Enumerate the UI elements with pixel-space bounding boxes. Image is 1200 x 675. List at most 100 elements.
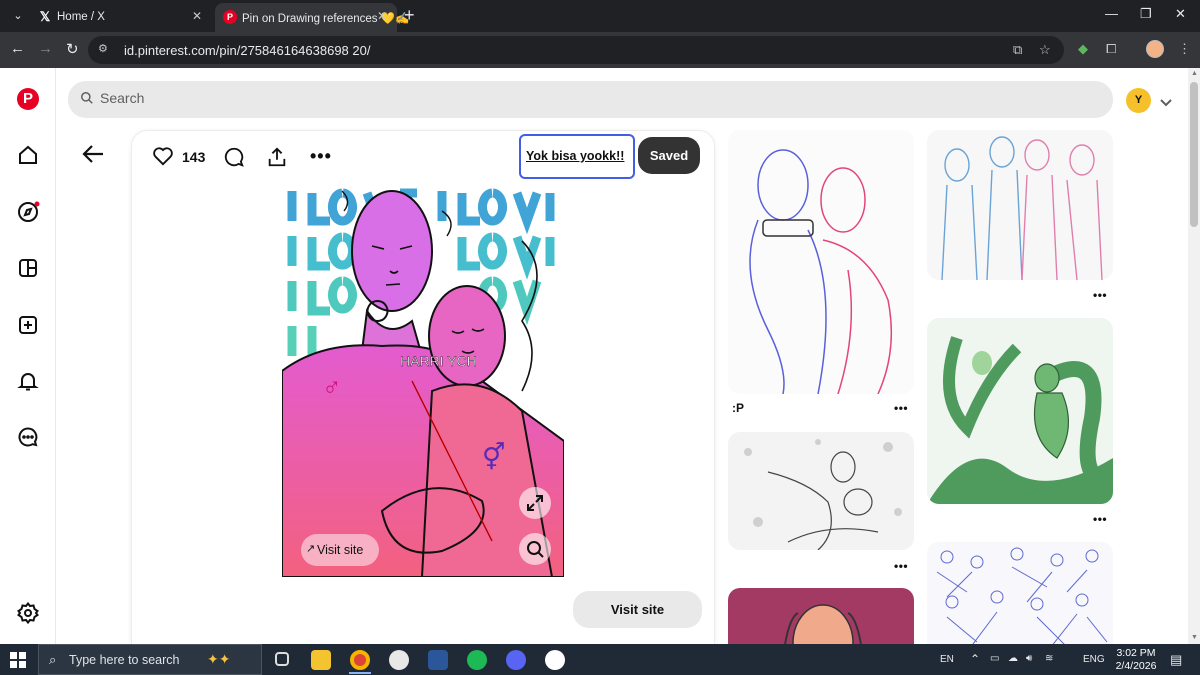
page-scrollbar[interactable]: ▲ ▼ — [1188, 68, 1200, 644]
taskbar-search-box[interactable]: ⌕ Type here to search ✦✦ — [38, 644, 262, 675]
more-options-icon[interactable]: ••• — [1093, 288, 1107, 302]
app-icon[interactable] — [382, 647, 416, 672]
pinterest-icon: P — [223, 10, 237, 24]
more-options-icon[interactable]: ••• — [1093, 512, 1107, 526]
reload-icon[interactable]: ↻ — [66, 40, 79, 58]
x-logo-icon: 𝕏 — [39, 9, 51, 24]
address-bar[interactable]: ⚙ id.pinterest.com/pin/275846164638698 2… — [88, 36, 1064, 64]
related-pin[interactable] — [927, 130, 1113, 280]
settings-gear-icon[interactable] — [16, 601, 40, 625]
url-text[interactable]: id.pinterest.com/pin/275846164638698 20/ — [124, 43, 370, 58]
related-pin[interactable] — [728, 432, 914, 550]
word-icon[interactable] — [421, 647, 455, 672]
windows-taskbar: ⌕ Type here to search ✦✦ EN ⌃ ▭ ☁ 🔊︎ ≋ E… — [0, 644, 1200, 675]
explore-compass-icon[interactable] — [16, 200, 40, 224]
related-pin[interactable] — [927, 318, 1113, 504]
related-pin[interactable] — [728, 130, 914, 394]
battery-icon[interactable]: ▭ — [990, 653, 999, 664]
extension-icon[interactable]: ◆ — [1078, 41, 1088, 57]
pin-closeup-card: 143 ••• Yok bisa yookk!! Saved ♂ ⚥ HARRI… — [131, 130, 715, 644]
saved-button[interactable]: Saved — [638, 137, 700, 174]
comment-icon[interactable] — [223, 146, 245, 173]
language-indicator[interactable]: EN — [940, 654, 954, 665]
network-icon[interactable]: ☁ — [1008, 653, 1018, 664]
task-view-icon[interactable] — [265, 647, 299, 672]
browser-toolbar: ← → ↻ ⚙ id.pinterest.com/pin/27584616463… — [0, 32, 1200, 68]
tab-pinterest[interactable]: P Pin on Drawing references 💛✍️ ✕ — [215, 3, 409, 32]
related-pin-caption: :P — [732, 401, 744, 415]
new-tab-plus-icon[interactable]: + — [404, 5, 415, 26]
chrome-icon[interactable] — [343, 647, 377, 674]
more-options-icon[interactable]: ••• — [310, 146, 332, 167]
input-language[interactable]: ENG — [1083, 654, 1105, 665]
site-info-icon[interactable]: ⚙ — [98, 42, 114, 58]
taskbar-search-placeholder: Type here to search — [69, 653, 180, 667]
svg-text:♂: ♂ — [322, 372, 342, 402]
wifi-icon[interactable]: ≋ — [1045, 653, 1053, 664]
forward-arrow-icon[interactable]: → — [38, 40, 53, 57]
kebab-menu-icon[interactable]: ⋮ — [1178, 41, 1191, 57]
windows-start-icon[interactable] — [10, 652, 26, 673]
scroll-thumb[interactable] — [1190, 82, 1198, 227]
extensions-puzzle-icon[interactable]: ⧠ — [1106, 41, 1116, 57]
volume-icon[interactable]: 🔊︎ — [1026, 653, 1032, 664]
account-chevron-down-icon[interactable] — [1160, 94, 1172, 112]
tray-chevron-up-icon[interactable]: ⌃ — [970, 652, 980, 666]
tab-title: Home / X — [57, 11, 105, 23]
tab-strip: ⌄ 𝕏 Home / X ✕ P Pin on Drawing referenc… — [0, 0, 1200, 32]
back-arrow-icon[interactable] — [82, 144, 104, 169]
more-options-icon[interactable]: ••• — [894, 401, 908, 415]
messages-icon[interactable] — [16, 425, 40, 449]
related-pin[interactable] — [927, 542, 1113, 644]
notification-icon[interactable]: ▤ — [1170, 652, 1182, 668]
board-selector[interactable]: Yok bisa yookk!! — [519, 134, 635, 179]
visual-search-icon[interactable] — [519, 533, 551, 565]
svg-text:⚥: ⚥ — [482, 442, 505, 472]
close-icon[interactable]: ✕ — [377, 9, 387, 23]
clock-time: 3:02 PM — [1116, 647, 1156, 659]
search-icon: ⌕ — [49, 652, 57, 667]
spotify-icon[interactable] — [460, 647, 494, 672]
tab-home-x[interactable]: 𝕏 Home / X ✕ — [30, 3, 212, 32]
restore-icon[interactable]: ❐ — [1140, 6, 1152, 22]
install-app-icon[interactable]: ⧉ — [1013, 42, 1022, 58]
boards-icon[interactable] — [16, 256, 40, 280]
window-close-icon[interactable]: ✕ — [1175, 6, 1186, 22]
close-icon[interactable]: ✕ — [192, 9, 202, 23]
pin-image[interactable]: ♂ ⚥ HARRI YCH ↗ Visit site — [282, 181, 564, 577]
profile-avatar[interactable] — [1146, 40, 1164, 58]
discord-icon[interactable] — [499, 647, 533, 672]
board-name: Yok bisa yookk!! — [526, 149, 625, 163]
minimize-icon[interactable]: — — [1105, 6, 1118, 21]
taskbar-clock[interactable]: 3:02 PM 2/4/2026 — [1108, 647, 1164, 673]
more-options-icon[interactable]: ••• — [894, 559, 908, 573]
bookmark-star-icon[interactable]: ☆ — [1039, 42, 1051, 58]
account-avatar[interactable]: Y — [1126, 88, 1151, 113]
chatgpt-icon[interactable] — [538, 647, 572, 672]
clock-date: 2/4/2026 — [1115, 660, 1157, 672]
left-nav: P — [0, 68, 56, 644]
notifications-bell-icon[interactable] — [16, 369, 40, 393]
home-icon[interactable] — [16, 143, 40, 167]
pinterest-logo-icon[interactable]: P — [17, 88, 39, 110]
file-explorer-icon[interactable] — [304, 647, 338, 672]
like-count: 143 — [182, 149, 206, 165]
create-plus-icon[interactable] — [16, 313, 40, 337]
expand-icon[interactable] — [519, 487, 551, 519]
pin-overlay-text: HARRI YCH — [400, 353, 477, 369]
arrow-up-right-icon: ↗ — [306, 543, 316, 555]
search-icon — [80, 91, 94, 110]
search-bar[interactable] — [68, 81, 1113, 118]
search-input[interactable] — [100, 90, 1000, 106]
heart-like-icon[interactable] — [152, 146, 174, 171]
sparkle-icon: ✦✦ — [207, 651, 231, 667]
share-icon[interactable] — [266, 146, 288, 173]
related-pin[interactable] — [728, 588, 914, 644]
image-visit-site-label: Visit site — [317, 543, 364, 557]
scroll-up-icon[interactable]: ▲ — [1191, 70, 1198, 77]
visit-site-button[interactable]: Visit site — [573, 591, 702, 628]
back-arrow-icon[interactable]: ← — [10, 40, 25, 57]
tab-search-chevron-icon[interactable]: ⌄ — [8, 6, 28, 26]
scroll-down-icon[interactable]: ▼ — [1191, 634, 1198, 641]
image-visit-site-button[interactable]: ↗ Visit site — [301, 534, 379, 566]
